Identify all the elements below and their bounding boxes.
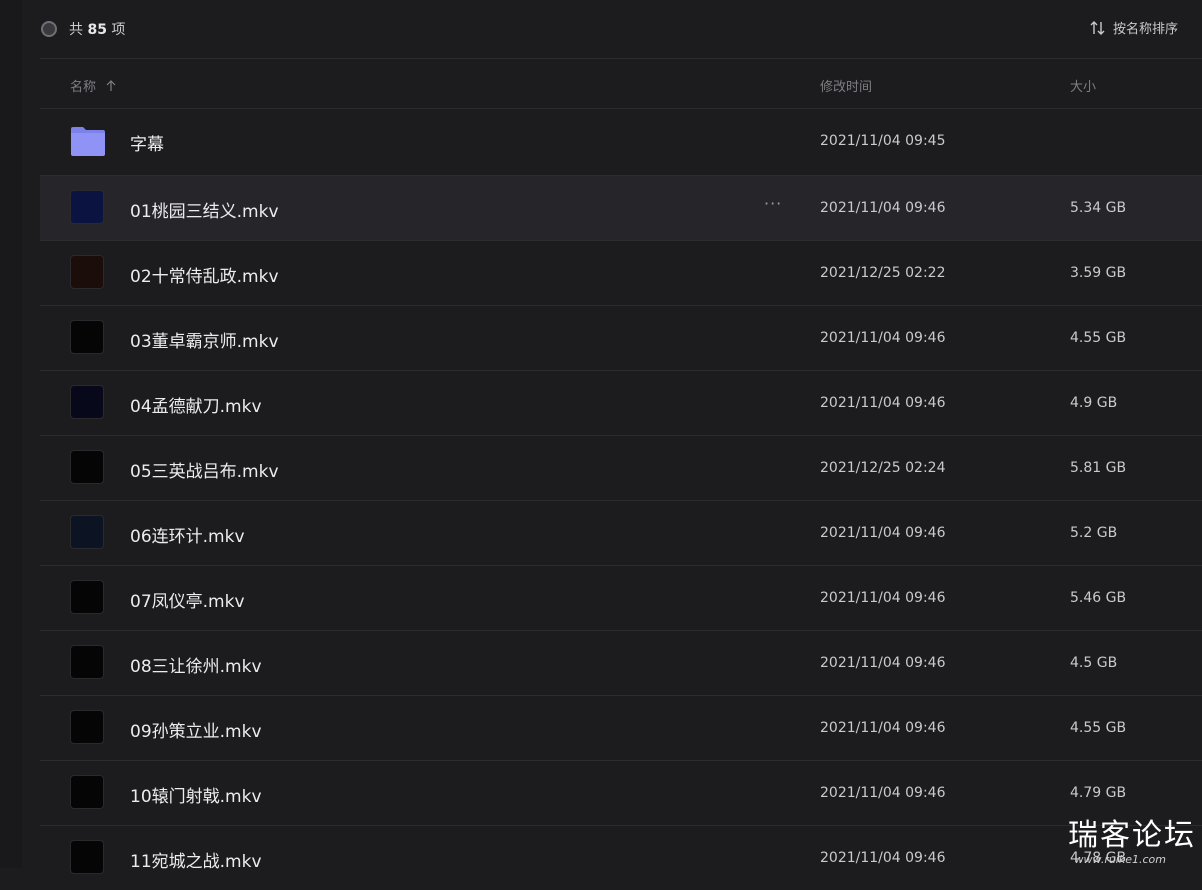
sort-ascending-icon [106, 79, 116, 91]
file-modified: 2021/11/04 09:46 [820, 330, 946, 346]
file-size: 5.34 GB [1070, 200, 1127, 216]
file-size: 4.79 GB [1070, 785, 1127, 801]
file-size: 4.5 GB [1070, 655, 1118, 671]
file-modified: 2021/11/04 09:46 [820, 850, 946, 866]
file-modified: 2021/12/25 02:22 [820, 265, 946, 281]
file-size: 5.46 GB [1070, 590, 1127, 606]
file-modified: 2021/12/25 02:24 [820, 460, 946, 476]
file-modified: 2021/11/04 09:46 [820, 655, 946, 671]
sort-icon [1090, 20, 1105, 35]
file-row[interactable]: 01桃园三结义.mkv ··· 2021/11/04 09:46 5.34 GB [40, 175, 1202, 240]
folder-icon [71, 127, 105, 156]
file-row[interactable]: 10辕门射戟.mkv 2021/11/04 09:46 4.79 GB [40, 760, 1202, 825]
file-modified: 2021/11/04 09:46 [820, 785, 946, 801]
select-all-checkbox[interactable] [41, 21, 57, 37]
file-size: 4.55 GB [1070, 330, 1127, 346]
file-name[interactable]: 04孟德献刀.mkv [130, 392, 262, 417]
file-row[interactable]: 09孙策立业.mkv 2021/11/04 09:46 4.55 GB [40, 695, 1202, 760]
video-thumbnail [70, 320, 104, 354]
file-size: 4.55 GB [1070, 720, 1127, 736]
file-row[interactable]: 05三英战吕布.mkv 2021/12/25 02:24 5.81 GB [40, 435, 1202, 500]
more-options-icon[interactable]: ··· [764, 194, 782, 213]
count-prefix: 共 [69, 22, 83, 38]
sort-label: 按名称排序 [1112, 22, 1178, 37]
file-name[interactable]: 10辕门射戟.mkv [130, 782, 262, 807]
video-thumbnail [70, 840, 104, 874]
video-thumbnail [70, 450, 104, 484]
topbar: 共 85 项 [40, 0, 1202, 58]
count-suffix: 项 [111, 22, 126, 38]
file-name[interactable]: 06连环计.mkv [130, 522, 245, 547]
file-modified: 2021/11/04 09:46 [820, 525, 946, 541]
watermark-url: www.ruike1.com [1074, 853, 1166, 866]
file-name[interactable]: 01桃园三结义.mkv [130, 197, 279, 222]
file-size: 5.2 GB [1070, 525, 1118, 541]
file-row[interactable]: 06连环计.mkv 2021/11/04 09:46 5.2 GB [40, 500, 1202, 565]
left-sidebar-edge [0, 0, 22, 868]
folder-row[interactable]: 字幕 2021/11/04 09:45 [40, 108, 1202, 175]
video-thumbnail [70, 255, 104, 289]
file-modified: 2021/11/04 09:45 [820, 133, 946, 149]
file-list: 字幕 2021/11/04 09:45 01桃园三结义.mkv ··· 2021/11/… [40, 108, 1202, 890]
column-name[interactable]: 名称 [70, 76, 116, 95]
file-row[interactable]: 11宛城之战.mkv 2021/11/04 09:46 4.78 GB [40, 825, 1202, 890]
file-size: 4.9 GB [1070, 395, 1118, 411]
file-name[interactable]: 07凤仪亭.mkv [130, 587, 245, 612]
count-value: 85 [87, 22, 107, 38]
file-row[interactable]: 02十常侍乱政.mkv 2021/12/25 02:22 3.59 GB [40, 240, 1202, 305]
column-modified[interactable]: 修改时间 [820, 76, 872, 95]
video-thumbnail [70, 385, 104, 419]
column-size[interactable]: 大小 [1070, 76, 1096, 95]
file-size: 3.59 GB [1070, 265, 1127, 281]
file-modified: 2021/11/04 09:46 [820, 395, 946, 411]
video-thumbnail [70, 645, 104, 679]
column-header: 名称 修改时间 大小 [40, 59, 1202, 108]
video-thumbnail [70, 190, 104, 224]
file-name[interactable]: 05三英战吕布.mkv [130, 457, 279, 482]
video-thumbnail [70, 515, 104, 549]
video-thumbnail [70, 580, 104, 614]
file-modified: 2021/11/04 09:46 [820, 200, 946, 216]
file-row[interactable]: 03董卓霸京师.mkv 2021/11/04 09:46 4.55 GB [40, 305, 1202, 370]
file-row[interactable]: 08三让徐州.mkv 2021/11/04 09:46 4.5 GB [40, 630, 1202, 695]
file-name[interactable]: 09孙策立业.mkv [130, 717, 262, 742]
watermark-logo: 瑞客论坛 [1068, 818, 1196, 853]
file-row[interactable]: 07凤仪亭.mkv 2021/11/04 09:46 5.46 GB [40, 565, 1202, 630]
column-name-label: 名称 [70, 80, 97, 95]
file-name[interactable]: 08三让徐州.mkv [130, 652, 262, 677]
sort-button[interactable]: 按名称排序 [1089, 18, 1178, 37]
file-row[interactable]: 04孟德献刀.mkv 2021/11/04 09:46 4.9 GB [40, 370, 1202, 435]
file-name[interactable]: 11宛城之战.mkv [130, 847, 262, 872]
file-modified: 2021/11/04 09:46 [820, 720, 946, 736]
item-count: 共 85 项 [69, 19, 125, 39]
video-thumbnail [70, 775, 104, 809]
file-name[interactable]: 字幕 [130, 130, 164, 155]
file-name[interactable]: 03董卓霸京师.mkv [130, 327, 279, 352]
video-thumbnail [70, 710, 104, 744]
file-size: 5.81 GB [1070, 460, 1127, 476]
file-modified: 2021/11/04 09:46 [820, 590, 946, 606]
file-name[interactable]: 02十常侍乱政.mkv [130, 262, 279, 287]
